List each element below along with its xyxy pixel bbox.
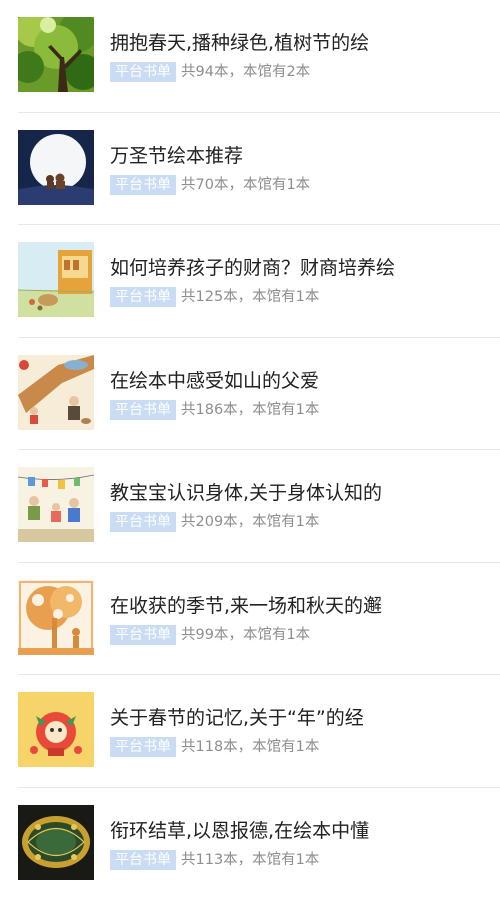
booklist-title[interactable]: 如何培养孩子的财商？财商培养绘 [110, 255, 490, 281]
platform-booklist-badge: 平台书单 [110, 850, 176, 870]
booklist-item[interactable]: 在绘本中感受如山的父爱 平台书单 共186本，本馆有1本 [18, 338, 500, 451]
booklist-title[interactable]: 关于春节的记忆,关于“年”的经 [110, 705, 490, 731]
booklist-meta: 平台书单 共209本，本馆有1本 [110, 511, 319, 533]
booklist-item[interactable]: 如何培养孩子的财商？财商培养绘 平台书单 共125本，本馆有1本 [18, 225, 500, 338]
book-count: 共118本，本馆有1本 [181, 737, 319, 757]
ornate-frame-cover[interactable] [18, 805, 94, 880]
booklist-title[interactable]: 万圣节绘本推荐 [110, 143, 490, 169]
booklist-meta: 平台书单 共113本，本馆有1本 [110, 849, 319, 871]
father-child-cover[interactable] [18, 355, 94, 430]
platform-booklist-badge: 平台书单 [110, 737, 176, 757]
book-count: 共70本，本馆有1本 [181, 175, 310, 195]
booklist-meta: 平台书单 共99本，本馆有1本 [110, 624, 310, 646]
booklist-title[interactable]: 衔环结草,以恩报德,在绘本中懂 [110, 818, 490, 844]
booklist-item[interactable]: 教宝宝认识身体,关于身体认知的 平台书单 共209本，本馆有1本 [18, 450, 500, 563]
platform-booklist-badge: 平台书单 [110, 287, 176, 307]
booklist-meta: 平台书单 共125本，本馆有1本 [110, 286, 319, 308]
booklist-item[interactable]: 万圣节绘本推荐 平台书单 共70本，本馆有1本 [18, 113, 500, 226]
moon-night-cover[interactable] [18, 130, 94, 205]
booklist-item[interactable]: 拥抱春天,播种绿色,植树节的绘 平台书单 共94本，本馆有2本 [18, 0, 500, 113]
book-count: 共94本，本馆有2本 [181, 62, 310, 82]
platform-booklist-badge: 平台书单 [110, 512, 176, 532]
platform-booklist-badge: 平台书单 [110, 62, 176, 82]
booklist-item[interactable]: 衔环结草,以恩报德,在绘本中懂 平台书单 共113本，本馆有1本 [18, 788, 500, 900]
booklist-item[interactable]: 在收获的季节,来一场和秋天的邂 平台书单 共99本，本馆有1本 [18, 563, 500, 676]
book-count: 共125本，本馆有1本 [181, 287, 319, 307]
farm-shop-cover[interactable] [18, 242, 94, 317]
book-count: 共186本，本馆有1本 [181, 400, 319, 420]
booklist-title[interactable]: 在收获的季节,来一场和秋天的邂 [110, 593, 490, 619]
booklist-title[interactable]: 教宝宝认识身体,关于身体认知的 [110, 480, 490, 506]
platform-booklist-badge: 平台书单 [110, 625, 176, 645]
tree-canopy-cover[interactable] [18, 17, 94, 92]
family-laundry-cover[interactable] [18, 467, 94, 542]
platform-booklist-badge: 平台书单 [110, 400, 176, 420]
booklist-meta: 平台书单 共94本，本馆有2本 [110, 61, 310, 83]
book-count: 共209本，本馆有1本 [181, 512, 319, 532]
booklist-item[interactable]: 关于春节的记忆,关于“年”的经 平台书单 共118本，本馆有1本 [18, 675, 500, 788]
spring-festival-cover[interactable] [18, 692, 94, 767]
booklist-meta: 平台书单 共118本，本馆有1本 [110, 736, 319, 758]
booklist-meta: 平台书单 共186本，本馆有1本 [110, 399, 319, 421]
platform-booklist-badge: 平台书单 [110, 175, 176, 195]
booklist-title[interactable]: 拥抱春天,播种绿色,植树节的绘 [110, 30, 490, 56]
book-count: 共113本，本馆有1本 [181, 850, 319, 870]
booklist-list: 拥抱春天,播种绿色,植树节的绘 平台书单 共94本，本馆有2本 万圣节绘本推荐 … [0, 0, 500, 900]
booklist-title[interactable]: 在绘本中感受如山的父爱 [110, 368, 490, 394]
booklist-meta: 平台书单 共70本，本馆有1本 [110, 174, 310, 196]
book-count: 共99本，本馆有1本 [181, 625, 310, 645]
autumn-papercut-cover[interactable] [18, 580, 94, 655]
